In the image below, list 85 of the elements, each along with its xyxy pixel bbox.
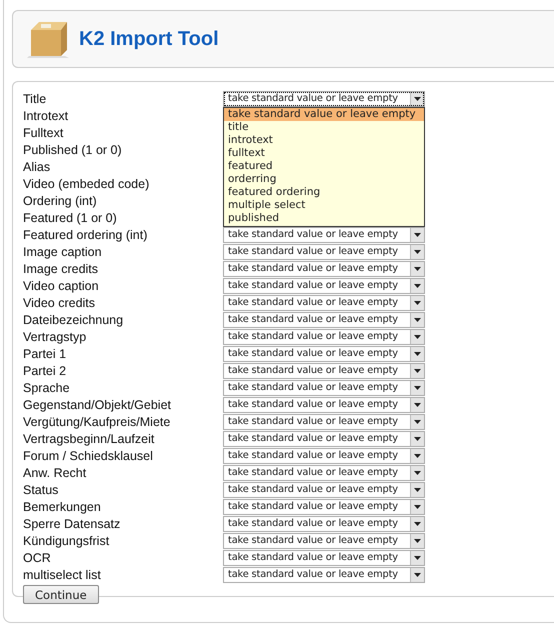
field-label: Anw. Recht <box>23 466 88 480</box>
mapping-select[interactable]: take standard value or leave empty <box>223 278 425 294</box>
mapping-select[interactable]: take standard value or leave empty <box>223 498 425 514</box>
caret-icon <box>414 352 421 356</box>
field-label: Bemerkungen <box>23 500 102 514</box>
dropdown-option[interactable]: featured ordering <box>224 186 424 199</box>
dropdown-option[interactable]: multiple select <box>224 199 424 212</box>
mapping-select[interactable]: take standard value or leave empty <box>223 328 425 344</box>
field-label: Sperre Datensatz <box>23 516 122 530</box>
mapping-select[interactable]: take standard value or leave empty <box>223 244 425 260</box>
field-label: Alias <box>23 160 52 174</box>
field-label: Dateibezeichnung <box>23 312 124 326</box>
caret-icon <box>414 402 421 406</box>
field-label: Video caption <box>23 278 100 292</box>
field-label: Introtext <box>23 108 70 122</box>
caret-icon <box>414 522 421 526</box>
field-label: Status <box>23 482 60 496</box>
field-label: Kündigungsfrist <box>23 534 110 548</box>
mapping-select[interactable]: take standard value or leave empty <box>223 532 425 548</box>
mapping-select[interactable]: take standard value or leave empty <box>223 566 425 582</box>
caret-icon <box>414 232 421 236</box>
field-label: Video credits <box>23 296 96 310</box>
caret-icon <box>414 572 421 576</box>
field-label: Fulltext <box>23 126 64 140</box>
field-label: Partei 1 <box>23 346 68 360</box>
field-label: OCR <box>23 550 52 564</box>
dropdown-option[interactable]: fulltext <box>224 147 424 160</box>
caret-icon <box>414 538 421 542</box>
caret-icon <box>414 334 421 338</box>
dropdown-option[interactable]: take standard value or leave empty <box>224 108 424 121</box>
caret-icon <box>414 300 421 304</box>
field-label: Partei 2 <box>23 364 68 378</box>
field-label: Featured ordering (int) <box>23 228 148 242</box>
mapping-select[interactable]: take standard value or leave empty <box>223 362 425 378</box>
mapping-select[interactable]: take standard value or leave empty <box>223 414 425 430</box>
caret-icon <box>414 504 421 508</box>
dropdown-option[interactable]: title <box>224 121 424 134</box>
mapping-select[interactable]: take standard value or leave empty <box>223 294 425 310</box>
mapping-select[interactable]: take standard value or leave empty <box>223 396 425 412</box>
caret-icon <box>414 250 421 254</box>
caret-icon <box>414 454 421 458</box>
field-label: Sprache <box>23 380 71 394</box>
mapping-select[interactable]: take standard value or leave empty <box>223 312 425 328</box>
mapping-select[interactable]: take standard value or leave empty <box>223 90 425 106</box>
field-label: Video (embeded code) <box>23 176 150 190</box>
box-icon <box>25 20 69 58</box>
field-label: Published (1 or 0) <box>23 142 123 156</box>
caret-icon <box>414 556 421 560</box>
dropdown-option[interactable]: introtext <box>224 134 424 147</box>
dropdown-option[interactable]: published <box>224 212 424 225</box>
mapping-select[interactable]: take standard value or leave empty <box>223 380 425 396</box>
caret-icon <box>414 436 421 440</box>
caret-icon <box>414 318 421 322</box>
continue-button[interactable]: Continue <box>23 585 99 604</box>
dropdown-option[interactable]: featured <box>224 160 424 173</box>
caret-icon <box>414 284 421 288</box>
mapping-select[interactable]: take standard value or leave empty <box>223 346 425 362</box>
caret-icon <box>414 266 421 270</box>
caret-icon <box>414 488 421 492</box>
mapping-select[interactable]: take standard value or leave empty <box>223 516 425 532</box>
mapping-select[interactable]: take standard value or leave empty <box>223 430 425 446</box>
field-label: multiselect list <box>23 568 102 582</box>
dropdown-option[interactable]: orderring <box>224 173 424 186</box>
field-label: Ordering (int) <box>23 194 98 208</box>
field-label: Forum / Schiedsklausel <box>23 448 154 462</box>
mapping-select[interactable]: take standard value or leave empty <box>223 550 425 566</box>
mapping-select[interactable]: take standard value or leave empty <box>223 226 425 242</box>
field-label: Image caption <box>23 244 103 258</box>
field-label: Vertragsbeginn/Laufzeit <box>23 432 156 446</box>
field-label: Vertragstyp <box>23 330 88 344</box>
caret-icon <box>414 368 421 372</box>
caret-icon <box>414 470 421 474</box>
field-label: Vergütung/Kaufpreis/Miete <box>23 414 172 428</box>
mapping-select[interactable]: take standard value or leave empty <box>223 448 425 464</box>
caret-icon <box>414 420 421 424</box>
field-label: Gegenstand/Objekt/Gebiet <box>23 398 172 412</box>
field-label: Featured (1 or 0) <box>23 210 118 224</box>
mapping-select[interactable]: take standard value or leave empty <box>223 260 425 276</box>
mapping-select[interactable]: take standard value or leave empty <box>223 464 425 480</box>
page-title: K2 Import Tool <box>79 28 219 50</box>
caret-icon <box>414 386 421 390</box>
mapping-select[interactable]: take standard value or leave empty <box>223 482 425 498</box>
caret-icon <box>414 96 421 100</box>
field-label: Title <box>23 92 48 106</box>
field-label: Image credits <box>23 262 100 276</box>
